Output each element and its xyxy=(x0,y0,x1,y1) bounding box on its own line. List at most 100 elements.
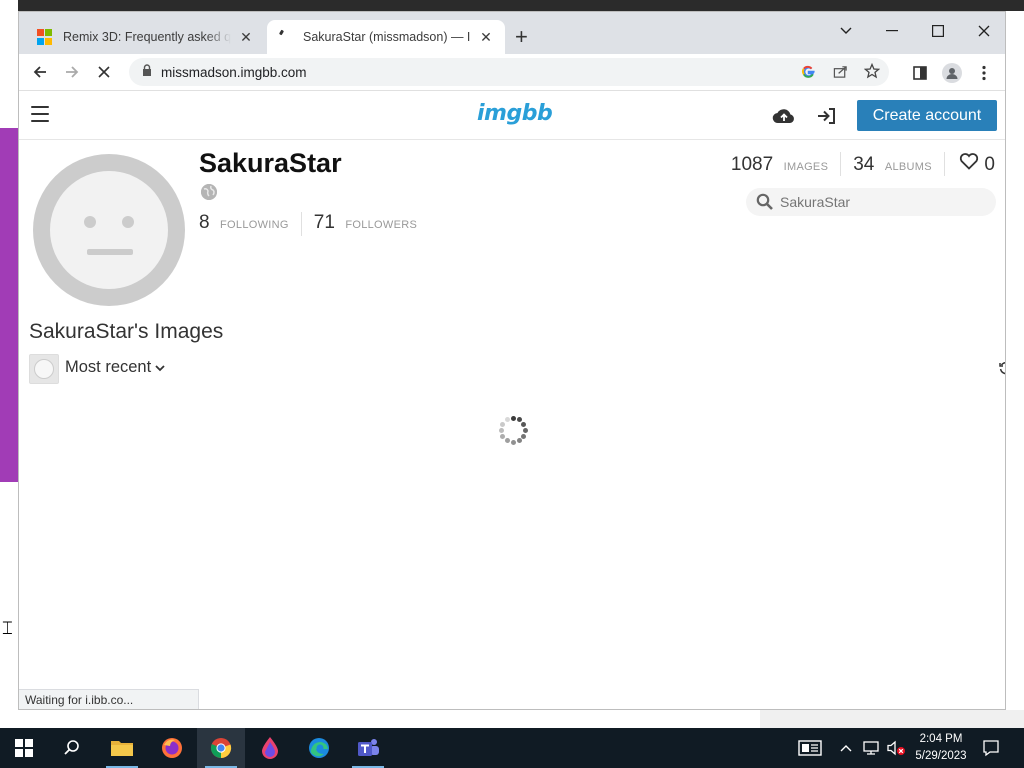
firefox-button[interactable] xyxy=(148,728,196,768)
firefox-icon xyxy=(162,738,182,758)
images-label: IMAGES xyxy=(783,161,829,173)
following-label: FOLLOWING xyxy=(220,219,289,231)
close-window-button[interactable] xyxy=(961,16,1005,46)
images-count: 1087 xyxy=(730,154,774,175)
back-button[interactable] xyxy=(27,60,53,84)
browser-menu-button[interactable] xyxy=(973,62,995,84)
search-button[interactable] xyxy=(48,728,96,768)
create-account-button[interactable]: Create account xyxy=(857,100,997,131)
spinner-dot xyxy=(522,427,528,433)
chrome-button[interactable] xyxy=(197,728,245,768)
neutral-face-icon xyxy=(34,359,54,379)
site-header: imgbb Create account xyxy=(19,92,1005,140)
new-tab-button[interactable]: + xyxy=(515,24,528,50)
images-link[interactable]: 1087 IMAGES xyxy=(731,154,828,176)
taskbar-clock[interactable]: 2:04 PM 5/29/2023 xyxy=(908,731,974,765)
paint-app-button[interactable] xyxy=(246,728,294,768)
profile-button[interactable] xyxy=(941,62,963,84)
divider xyxy=(943,152,945,176)
tab-remix-3d[interactable]: Remix 3D: Frequently asked ques ✕ xyxy=(27,20,265,54)
albums-link[interactable]: 34 ALBUMS xyxy=(853,154,932,176)
volume-muted-icon[interactable] xyxy=(886,728,906,768)
sort-dropdown[interactable]: Most recent xyxy=(65,358,1005,377)
news-widget-icon[interactable] xyxy=(798,728,822,768)
status-bar: Waiting for i.ibb.co... xyxy=(19,689,199,709)
tab-search-button[interactable] xyxy=(823,16,869,46)
likes-count: 0 xyxy=(984,154,995,175)
clock-time: 2:04 PM xyxy=(919,733,963,745)
browser-window: Remix 3D: Frequently asked ques ✕ Sakura… xyxy=(18,11,1006,710)
profile-avatar-icon xyxy=(942,63,962,83)
profile-search[interactable] xyxy=(746,188,996,216)
arrow-left-icon xyxy=(33,66,46,78)
tab-title: Remix 3D: Frequently asked ques xyxy=(63,30,231,44)
spinner-dot xyxy=(500,433,506,439)
chevron-down-icon xyxy=(155,361,165,375)
loading-icon xyxy=(277,29,293,45)
edge-icon xyxy=(309,738,329,758)
teams-button[interactable] xyxy=(344,728,392,768)
side-panel-icon[interactable] xyxy=(909,62,931,84)
file-explorer-button[interactable] xyxy=(98,728,146,768)
search-icon xyxy=(64,740,79,755)
notifications-icon[interactable] xyxy=(982,728,1000,768)
microsoft-logo-icon xyxy=(37,29,53,45)
heart-icon xyxy=(959,153,985,175)
chrome-icon xyxy=(210,738,232,759)
spinner-dot xyxy=(510,439,516,445)
text-cursor-icon: ⌶ xyxy=(2,618,13,638)
droplet-icon xyxy=(262,737,278,759)
lock-icon xyxy=(133,63,161,81)
spinner-dot xyxy=(504,437,510,443)
spinner-dot xyxy=(510,415,516,421)
desktop-corner-letter: U xyxy=(2,10,12,25)
stop-loading-button[interactable] xyxy=(91,60,117,84)
edge-button[interactable] xyxy=(295,728,343,768)
spinner-dot xyxy=(520,433,526,439)
user-thumbnail[interactable] xyxy=(29,354,59,384)
sign-in-icon[interactable] xyxy=(813,104,839,128)
desktop-background-panel xyxy=(760,710,1024,728)
maximize-button[interactable] xyxy=(915,16,961,46)
likes-link[interactable]: 0 xyxy=(957,152,995,176)
maximize-icon xyxy=(932,25,944,37)
forward-button[interactable] xyxy=(59,60,85,84)
spinner-dot xyxy=(520,421,526,427)
sort-label: Most recent xyxy=(65,358,152,376)
start-button[interactable] xyxy=(0,728,48,768)
search-icon xyxy=(750,193,780,211)
chevron-up-icon[interactable] xyxy=(840,728,852,768)
teams-icon xyxy=(358,739,379,756)
desktop-top-strip xyxy=(0,0,1024,11)
close-icon xyxy=(978,25,990,37)
minimize-button[interactable] xyxy=(869,16,915,46)
imgbb-logo[interactable]: imgbb xyxy=(477,101,553,126)
spinner-dot xyxy=(498,427,504,433)
minimize-icon xyxy=(886,30,898,32)
images-section-title: SakuraStar's Images xyxy=(29,320,224,343)
desktop-background-window xyxy=(0,128,18,482)
share-icon[interactable] xyxy=(831,62,849,80)
tab-close-icon[interactable]: ✕ xyxy=(477,29,495,46)
spinner-dot xyxy=(500,421,506,427)
tab-close-icon[interactable]: ✕ xyxy=(237,29,255,46)
tab-sakurastar[interactable]: SakuraStar (missmadson) — Img ✕ xyxy=(267,20,505,54)
star-icon[interactable] xyxy=(863,62,881,80)
followers-count: 71 xyxy=(313,212,335,233)
chevron-down-icon xyxy=(840,27,852,34)
follow-stats: 8 FOLLOWING 71 FOLLOWERS xyxy=(199,212,417,236)
profile-username[interactable]: SakuraStar xyxy=(199,148,342,179)
followers-link[interactable]: 71 FOLLOWERS xyxy=(314,212,417,234)
following-link[interactable]: 8 FOLLOWING xyxy=(199,212,289,234)
browser-toolbar: missmadson.imgbb.com xyxy=(19,54,1005,91)
search-input[interactable] xyxy=(780,194,980,210)
spinner-dot xyxy=(516,437,522,443)
tab-strip: Remix 3D: Frequently asked ques ✕ Sakura… xyxy=(19,12,1005,54)
google-icon[interactable] xyxy=(799,62,817,80)
network-icon[interactable] xyxy=(862,728,880,768)
hamburger-menu-icon[interactable] xyxy=(31,106,49,122)
loading-spinner-icon xyxy=(497,414,529,446)
address-bar[interactable]: missmadson.imgbb.com xyxy=(129,58,889,86)
globe-icon xyxy=(201,184,217,200)
upload-cloud-icon[interactable] xyxy=(771,104,797,128)
